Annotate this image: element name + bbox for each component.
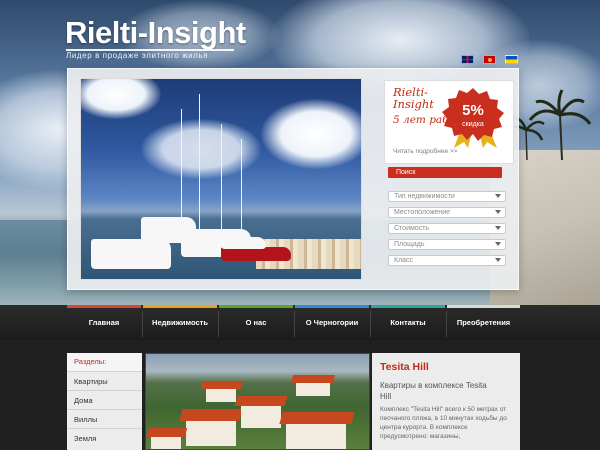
nav-item-about[interactable]: О нас bbox=[219, 305, 293, 340]
nav-item-montenegro[interactable]: О Черногории bbox=[295, 305, 369, 340]
property-photo[interactable] bbox=[145, 353, 370, 450]
nav-item-real-estate[interactable]: Недвижимость bbox=[143, 305, 217, 340]
area-select[interactable]: Площадь bbox=[388, 239, 506, 250]
select-value: Стоимость bbox=[394, 225, 430, 232]
uk-flag-icon[interactable] bbox=[461, 55, 474, 64]
badge-label: скидка bbox=[462, 121, 484, 128]
featured-description: Комплекс "Tesita Hill" всего к 50 метрах… bbox=[380, 406, 507, 440]
read-more-link[interactable]: Читать подробнее >> bbox=[393, 148, 457, 155]
chevron-down-icon bbox=[495, 242, 501, 246]
property-type-select[interactable]: Тип недвижимости bbox=[388, 191, 506, 202]
chevron-down-icon bbox=[495, 210, 501, 214]
featured-title[interactable]: Tesita Hill bbox=[380, 361, 429, 373]
discount-badge-icon: 5% скидка bbox=[442, 88, 504, 148]
sidebar-item-houses[interactable]: Дома bbox=[67, 390, 142, 409]
language-switcher bbox=[461, 55, 518, 64]
sidebar-item-land[interactable]: Земля bbox=[67, 428, 142, 447]
badge-value: 5% bbox=[462, 102, 484, 119]
site-tagline: Лидер в продаже элитного жилья bbox=[66, 51, 209, 60]
sidebar-item-apartments[interactable]: Квартиры bbox=[67, 371, 142, 390]
chevron-down-icon bbox=[495, 226, 501, 230]
select-value: Класс bbox=[394, 257, 414, 264]
chevron-down-icon bbox=[495, 258, 501, 262]
site-logo[interactable]: Rielti-Insight bbox=[65, 15, 246, 51]
chevron-down-icon bbox=[495, 194, 501, 198]
select-value: Площадь bbox=[394, 241, 425, 248]
nav-item-purchases[interactable]: Преобретения bbox=[447, 305, 520, 340]
search-button[interactable]: Поиск bbox=[388, 167, 502, 178]
select-value: Местоположение bbox=[394, 209, 451, 216]
location-select[interactable]: Местоположение bbox=[388, 207, 506, 218]
montenegro-flag-icon[interactable] bbox=[483, 55, 496, 64]
sidebar-item-villas[interactable]: Виллы bbox=[67, 409, 142, 428]
nav-item-contacts[interactable]: Контакты bbox=[371, 305, 445, 340]
select-value: Тип недвижимости bbox=[394, 193, 455, 200]
ukraine-flag-icon[interactable] bbox=[505, 55, 518, 64]
featured-subtitle: Квартиры в комплексе Tesita Hill bbox=[380, 381, 487, 401]
class-select[interactable]: Класс bbox=[388, 255, 506, 266]
sidebar-heading: Разделы: bbox=[67, 353, 142, 371]
marina-photo bbox=[80, 78, 362, 280]
price-select[interactable]: Стоимость bbox=[388, 223, 506, 234]
nav-item-home[interactable]: Главная bbox=[67, 305, 141, 340]
